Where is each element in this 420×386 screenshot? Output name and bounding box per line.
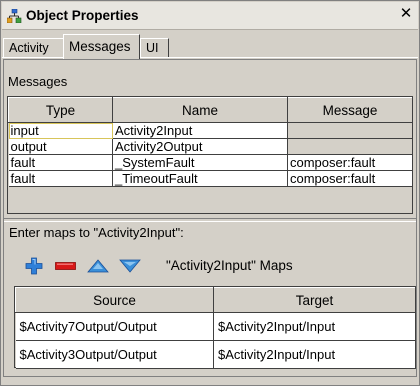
column-header-source[interactable]: Source <box>15 287 214 313</box>
map-source-cell[interactable]: $Activity3Output/Output <box>15 340 214 369</box>
splitter[interactable] <box>4 218 416 222</box>
table-row[interactable]: input Activity2Input <box>8 122 413 139</box>
maps-table: Source Target $Activity7Output/Output $A… <box>14 286 416 369</box>
map-target-cell[interactable]: $Activity2Input/Input <box>213 312 416 341</box>
object-properties-icon <box>6 8 22 24</box>
add-icon[interactable] <box>24 256 44 276</box>
maps-toolbar: "Activity2Input" Maps <box>20 256 320 276</box>
map-target-cell[interactable]: $Activity2Input/Input <box>213 340 416 369</box>
table-row[interactable]: $Activity3Output/Output $Activity2Input/… <box>15 340 416 369</box>
message-type-cell[interactable]: output <box>8 138 113 155</box>
close-icon[interactable]: ✕ <box>398 5 414 22</box>
remove-icon[interactable] <box>54 256 76 276</box>
tab-ui[interactable]: UI <box>140 38 169 58</box>
maps-prompt: Enter maps to "Activity2Input": <box>9 225 184 240</box>
table-row[interactable]: fault _TimeoutFault composer:fault <box>8 170 413 187</box>
message-name-cell[interactable]: Activity2Output <box>112 138 288 155</box>
message-type-cell[interactable]: input <box>8 122 113 139</box>
message-type-cell[interactable]: fault <box>8 170 113 187</box>
tab-activity[interactable]: Activity <box>3 38 64 58</box>
map-source-cell[interactable]: $Activity7Output/Output <box>15 312 214 341</box>
column-header-target[interactable]: Target <box>213 287 416 313</box>
column-header-message[interactable]: Message <box>287 97 413 123</box>
messages-panel: Messages Type Name Message input Activit… <box>3 59 417 377</box>
messages-section-label: Messages <box>8 74 68 89</box>
message-message-cell[interactable] <box>287 122 413 139</box>
maps-toolbar-label: "Activity2Input" Maps <box>166 258 293 273</box>
window-title: Object Properties <box>26 8 139 23</box>
table-row[interactable]: output Activity2Output <box>8 138 413 155</box>
move-up-icon[interactable] <box>87 256 109 276</box>
object-properties-window: Object Properties ✕ Activity Messages UI… <box>0 0 420 386</box>
message-name-cell[interactable]: Activity2Input <box>112 122 288 139</box>
message-message-cell[interactable]: composer:fault <box>287 170 413 187</box>
message-name-cell[interactable]: _TimeoutFault <box>112 170 288 187</box>
message-type-cell[interactable]: fault <box>8 154 113 171</box>
messages-table: Type Name Message input Activity2Input o… <box>7 96 413 214</box>
tab-messages[interactable]: Messages <box>63 34 140 59</box>
message-message-cell[interactable] <box>287 138 413 155</box>
move-down-icon[interactable] <box>119 256 141 276</box>
column-header-type[interactable]: Type <box>8 97 113 123</box>
title-bar[interactable]: Object Properties ✕ <box>2 2 418 30</box>
message-message-cell[interactable]: composer:fault <box>287 154 413 171</box>
table-row[interactable]: $Activity7Output/Output $Activity2Input/… <box>15 312 416 341</box>
table-row[interactable]: fault _SystemFault composer:fault <box>8 154 413 171</box>
message-name-cell[interactable]: _SystemFault <box>112 154 288 171</box>
tab-strip: Activity Messages UI <box>2 32 418 59</box>
column-header-name[interactable]: Name <box>112 97 288 123</box>
